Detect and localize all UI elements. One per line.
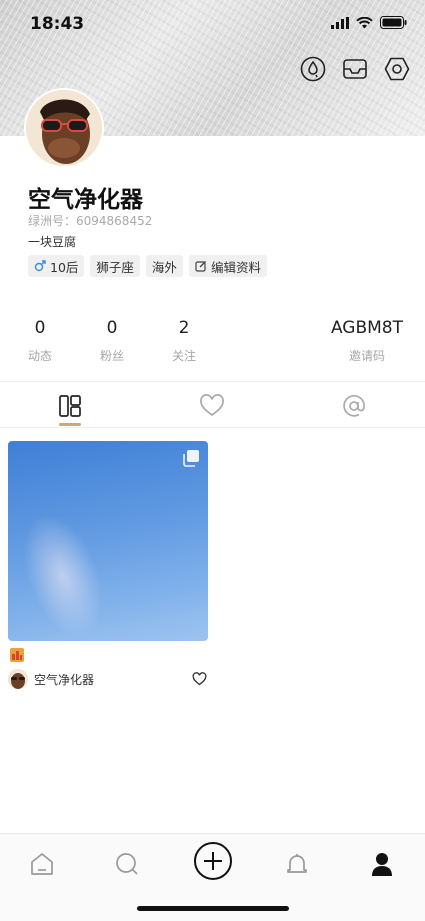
bell-icon xyxy=(287,854,307,873)
stat-posts[interactable]: 0 动态 xyxy=(24,318,56,364)
profile-bio: 一块豆腐 xyxy=(28,235,77,249)
like-icon[interactable] xyxy=(192,672,207,686)
stat-followers-value: 0 xyxy=(106,318,118,338)
stat-invite-code[interactable]: AGBM8T 邀请码 xyxy=(326,318,408,364)
tag-age: 10后 xyxy=(28,255,85,277)
stat-invite-code-value: AGBM8T xyxy=(330,318,404,338)
stat-posts-label: 动态 xyxy=(27,349,52,363)
post-image-cloud xyxy=(8,502,119,641)
inbox-icon[interactable] xyxy=(341,55,369,83)
edit-profile-label: 编辑资料 xyxy=(210,259,261,275)
grid-icon xyxy=(59,395,81,417)
edit-icon xyxy=(195,261,206,272)
settings-icon[interactable] xyxy=(383,55,411,83)
home-indicator xyxy=(137,906,289,911)
heart-icon xyxy=(200,394,224,417)
post-author-name: 空气净化器 xyxy=(34,672,95,687)
tab-posts[interactable] xyxy=(55,391,85,421)
stat-following-label: 关注 xyxy=(171,349,196,363)
status-bar: 18:43 xyxy=(0,0,425,48)
stat-following[interactable]: 2 关注 xyxy=(168,318,200,364)
nav-home[interactable] xyxy=(22,844,62,884)
status-time: 18:43 xyxy=(30,14,85,34)
edit-profile-button[interactable]: 编辑资料 xyxy=(188,255,267,277)
stat-posts-value: 0 xyxy=(34,318,46,338)
multi-image-icon xyxy=(183,450,199,467)
wifi-icon xyxy=(356,16,373,28)
drop-icon[interactable] xyxy=(299,55,327,83)
profile-name: 空气净化器 xyxy=(28,187,143,213)
signal-icon xyxy=(331,16,349,29)
stat-followers-label: 粉丝 xyxy=(99,349,124,363)
status-icons xyxy=(331,16,407,29)
home-icon xyxy=(31,853,53,875)
nav-profile[interactable] xyxy=(362,844,402,884)
tab-likes[interactable] xyxy=(197,391,227,421)
header-actions xyxy=(299,55,411,83)
tag-zodiac-label: 狮子座 xyxy=(96,259,134,275)
profile-stats: 0 动态 0 粉丝 2 关注 AGBM8T 邀请码 xyxy=(0,318,425,366)
post-author[interactable]: 空气净化器 xyxy=(8,669,94,689)
stat-following-value: 2 xyxy=(178,318,190,338)
stat-invite-code-label: 邀请码 xyxy=(348,349,385,363)
sticker-icon xyxy=(10,648,24,662)
active-tab-indicator xyxy=(59,423,81,426)
post-card[interactable] xyxy=(8,441,208,641)
profile-icon xyxy=(372,853,392,876)
avatar[interactable] xyxy=(24,88,104,168)
tag-age-label: 10后 xyxy=(50,259,79,275)
content-tabs xyxy=(0,383,425,427)
post-author-avatar xyxy=(8,669,28,689)
at-icon xyxy=(343,394,365,417)
tag-location-label: 海外 xyxy=(151,259,177,275)
profile-uid: 绿洲号：6094868452 xyxy=(28,214,153,228)
battery-icon xyxy=(380,16,407,29)
profile-tags: 10后 狮子座 海外 编辑资料 xyxy=(28,255,267,277)
nav-notifications[interactable] xyxy=(277,844,317,884)
tag-location: 海外 xyxy=(145,255,183,277)
divider xyxy=(0,427,425,428)
stat-followers[interactable]: 0 粉丝 xyxy=(96,318,128,364)
add-icon xyxy=(194,842,232,880)
tag-zodiac: 狮子座 xyxy=(90,255,140,277)
male-icon xyxy=(34,260,46,272)
search-icon xyxy=(116,853,138,875)
nav-search[interactable] xyxy=(107,844,147,884)
divider xyxy=(0,381,425,382)
nav-add[interactable] xyxy=(191,839,235,883)
tab-mentions[interactable] xyxy=(339,391,369,421)
